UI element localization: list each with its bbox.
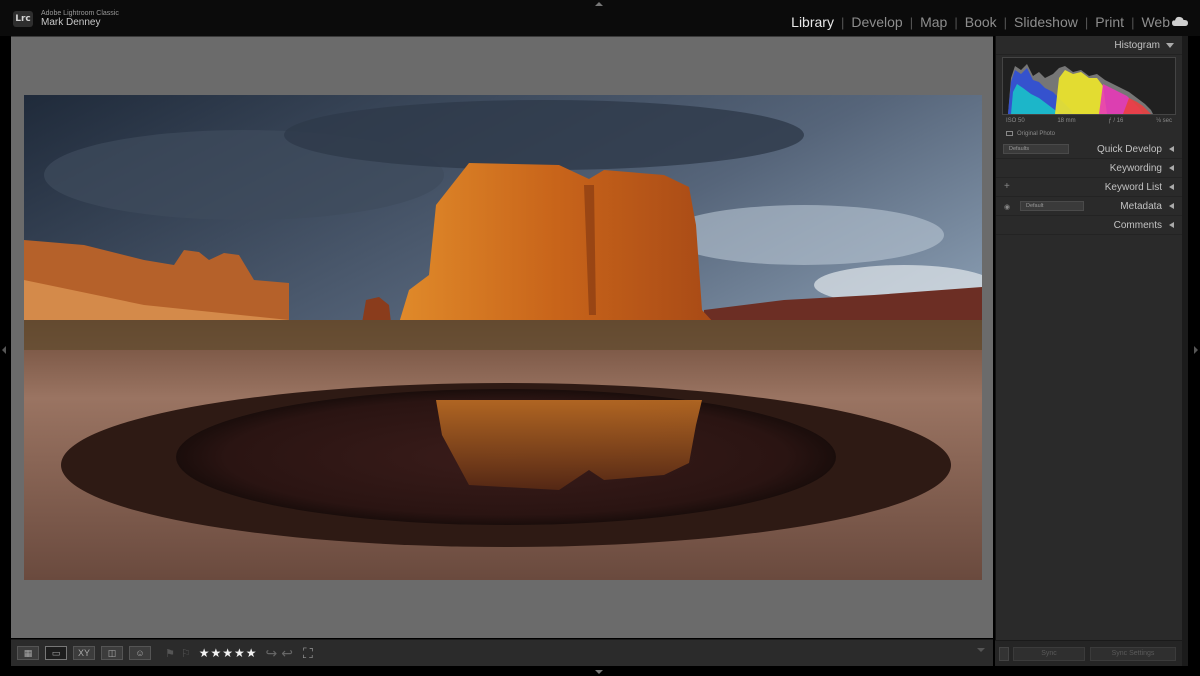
add-keyword-icon[interactable]: + [1004,181,1010,192]
module-separator: | [840,14,845,30]
sync-settings-button[interactable]: Sync Settings [1090,647,1176,661]
comments-title: Comments [1113,219,1162,231]
module-print[interactable]: Print [1095,14,1124,30]
quick-develop-title: Quick Develop [1096,143,1162,155]
metadata-title: Metadata [1120,200,1162,212]
histogram-curve [1008,64,1153,114]
module-separator: | [909,14,914,30]
aperture-value[interactable]: ƒ / 16 [1108,118,1123,127]
compare-view-icon: XY [77,647,90,658]
crop-overlay-icon[interactable]: ⛶ [303,645,313,662]
module-picker: Library | Develop | Map | Book | Slidesh… [791,14,1170,30]
main-photo[interactable] [24,95,982,580]
module-web[interactable]: Web [1141,14,1170,30]
user-name: Mark Denney [41,17,101,28]
keywording-title: Keywording [1109,162,1162,174]
histogram-panel-header[interactable]: Histogram [996,36,1182,55]
right-panel: Histogram ISO 50 18 mm ƒ / 16 ⅛ sec Orig… [995,36,1182,640]
expand-triangle-icon [1169,222,1174,228]
keyword-list-title: Keyword List [1104,181,1162,193]
photo-image [24,95,982,580]
original-photo-icon [1006,131,1013,136]
expand-triangle-icon [1169,146,1174,152]
loupe-view-icon: ▭ [51,647,61,658]
rotate-right-icon[interactable]: ↩ [281,645,293,662]
histogram-graph[interactable] [1002,57,1176,115]
product-name: Adobe Lightroom Classic [41,10,119,17]
metadata-preset-select[interactable]: Default [1020,201,1084,211]
sync-bar: Sync Sync Settings [995,640,1182,666]
grid-view-icon: ▦ [23,647,33,658]
toolbar-content-dropdown-icon[interactable] [977,648,985,652]
module-separator: | [954,14,958,30]
quick-develop-header[interactable]: Defaults Quick Develop [996,140,1182,159]
right-panel-scrollbar[interactable] [1182,36,1188,666]
flag-pick-icon[interactable]: ⚑ [165,647,175,660]
expand-triangle-icon [1169,184,1174,190]
module-separator: | [1131,14,1135,30]
comments-header[interactable]: Comments [996,216,1182,235]
people-view-button[interactable]: ☺ [129,646,151,660]
metadata-header[interactable]: ◉ Default Metadata [996,197,1182,216]
survey-view-button[interactable]: ◫ [101,646,123,660]
lightroom-logo-badge: Lrc [13,11,33,27]
module-map[interactable]: Map [920,14,947,30]
expand-triangle-icon [1169,165,1174,171]
loupe-view-button[interactable]: ▭ [45,646,67,660]
module-library[interactable]: Library [791,14,834,30]
focal-length-value[interactable]: 18 mm [1057,118,1075,127]
sync-button[interactable]: Sync [1013,647,1085,661]
histogram-title: Histogram [1114,39,1160,51]
iso-value[interactable]: ISO 50 [1006,118,1025,127]
top-panel-toggle-icon[interactable] [595,2,603,6]
survey-view-icon: ◫ [107,647,117,658]
eye-icon[interactable]: ◉ [1004,203,1010,211]
module-separator: | [1003,14,1008,30]
original-photo-indicator: Original Photo [996,127,1182,140]
right-panel-toggle-icon[interactable] [1194,346,1198,354]
library-toolbar: ▦ ▭ XY ◫ ☺ ⚑ ⚐ ★★★★★ ↪ ↩ ⛶ [11,639,993,666]
flag-reject-icon[interactable]: ⚐ [181,647,191,660]
compare-view-button[interactable]: XY [73,646,95,660]
star-rating[interactable]: ★★★★★ [199,646,258,660]
collapse-triangle-icon [1166,42,1174,48]
people-view-icon: ☺ [135,647,145,658]
filmstrip-toggle-icon[interactable] [595,670,603,674]
keyword-list-header[interactable]: + Keyword List [996,178,1182,197]
module-separator: | [1084,14,1089,30]
rotate-left-icon[interactable]: ↪ [266,645,278,662]
identity-plate-bar: Lrc Adobe Lightroom Classic Mark Denney … [0,0,1200,36]
left-panel-toggle-icon[interactable] [2,346,6,354]
grid-view-button[interactable]: ▦ [17,646,39,660]
module-slideshow[interactable]: Slideshow [1014,14,1078,30]
loupe-view [11,36,993,638]
expand-triangle-icon [1169,203,1174,209]
cloud-icon[interactable] [1172,16,1188,26]
module-book[interactable]: Book [965,14,997,30]
auto-sync-toggle[interactable] [999,647,1009,661]
keywording-header[interactable]: Keywording [996,159,1182,178]
exif-info: ISO 50 18 mm ƒ / 16 ⅛ sec [996,115,1182,127]
shutter-speed-value[interactable]: ⅛ sec [1156,118,1172,127]
saved-preset-select[interactable]: Defaults [1003,144,1069,154]
original-photo-label: Original Photo [1017,130,1056,137]
module-develop[interactable]: Develop [851,14,902,30]
